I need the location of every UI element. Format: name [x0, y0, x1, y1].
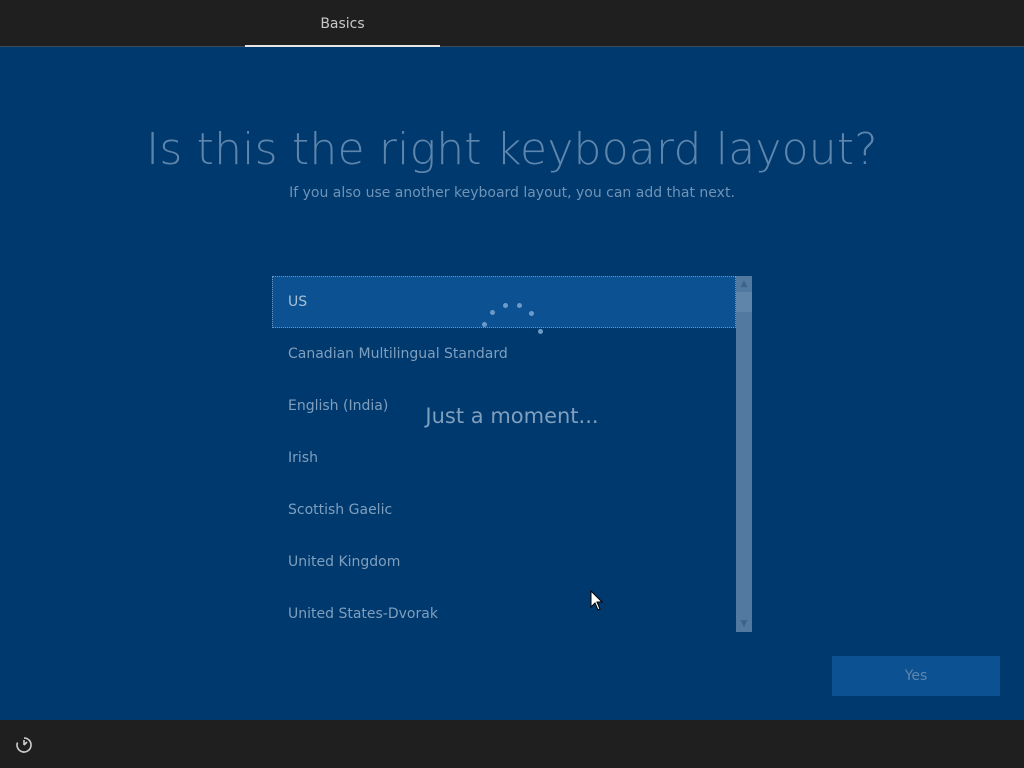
bottom-bar: [0, 720, 1024, 768]
top-bar: [0, 0, 1024, 47]
list-item-united-kingdom[interactable]: United Kingdom: [272, 536, 736, 588]
ease-of-access-icon[interactable]: [14, 735, 34, 755]
tab-basics[interactable]: Basics: [245, 0, 440, 46]
loading-spinner-icon: [478, 298, 548, 338]
scroll-down-icon[interactable]: ▼: [736, 616, 752, 632]
scroll-up-icon[interactable]: ▲: [736, 276, 752, 292]
mouse-cursor-icon: [590, 589, 604, 612]
list-item-irish[interactable]: Irish: [272, 432, 736, 484]
loading-message: Just a moment...: [425, 404, 599, 428]
page-title: Is this the right keyboard layout?: [146, 124, 878, 175]
list-item-scottish-gaelic[interactable]: Scottish Gaelic: [272, 484, 736, 536]
page-subtitle: If you also use another keyboard layout,…: [289, 185, 735, 201]
list-scrollbar[interactable]: [736, 276, 752, 632]
yes-button[interactable]: Yes: [832, 656, 1000, 696]
scrollbar-thumb[interactable]: [736, 292, 752, 312]
tab-active-indicator: [245, 45, 440, 47]
list-item-united-states-dvorak[interactable]: United States-Dvorak: [272, 588, 736, 632]
